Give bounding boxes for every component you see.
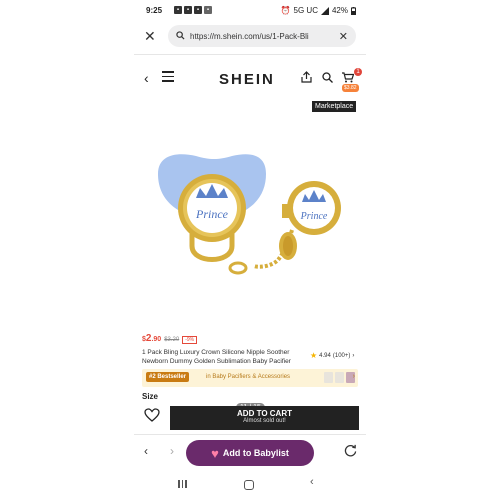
back-icon[interactable]: ‹ — [144, 70, 149, 86]
marketplace-badge: Marketplace — [312, 101, 357, 112]
share-icon[interactable] — [301, 70, 312, 88]
notification-icons: ▪ ▪ ▪ ▪ — [174, 6, 212, 14]
rating[interactable]: ★ 4.94 (100+) › — [310, 351, 354, 360]
battery-label: 42% — [331, 6, 348, 15]
search-icon — [176, 30, 185, 42]
price-row: $2.90 $3.20 -9% — [142, 333, 198, 344]
size-label: Size — [142, 392, 159, 401]
status-right: ⏰ 5G UC 42% — [281, 6, 356, 15]
battery-icon — [351, 6, 356, 15]
browser-back-icon[interactable]: ‹ — [144, 444, 148, 458]
clip-text: Prince — [300, 211, 328, 222]
add-to-cart-label: ADD TO CART — [237, 409, 292, 418]
sale-price: $2.90 — [142, 333, 162, 344]
divider — [134, 54, 366, 55]
wishlist-heart-icon[interactable] — [144, 408, 160, 427]
heart-icon: ♥ — [211, 445, 219, 461]
network-label: 5G UC — [293, 6, 318, 15]
menu-icon[interactable] — [162, 71, 174, 85]
notification-icon: ▪ — [194, 6, 202, 14]
pacifier-illustration: Prince Prince — [158, 154, 341, 275]
gallery-icon: ▪ — [204, 6, 212, 14]
signal-icon — [320, 6, 329, 15]
phone-screen: 9:25 ▪ ▪ ▪ ▪ ⏰ 5G UC 42% ✕ https://m.she… — [134, 0, 366, 500]
refresh-icon[interactable] — [344, 444, 357, 462]
cart-price-badge: $3.82 — [342, 84, 359, 92]
notification-icon: ▪ — [174, 6, 182, 14]
url-bar[interactable]: https://m.shein.com/us/1-Pack-Bli ✕ — [168, 25, 356, 47]
search-icon[interactable] — [322, 70, 333, 88]
cart-count-badge: 1 — [354, 68, 362, 76]
site-header: ‹ SHEIN — [134, 66, 366, 94]
divider — [134, 434, 366, 435]
discount-badge: -9% — [182, 336, 198, 344]
system-navigation-bar: ‹ — [134, 472, 366, 500]
url-text[interactable]: https://m.shein.com/us/1-Pack-Bli — [190, 32, 339, 41]
chevron-right-icon: › — [352, 373, 355, 380]
babylist-label: Add to Babylist — [222, 448, 289, 458]
product-image[interactable]: Prince Prince 11 / 15 — [134, 96, 366, 412]
site-logo[interactable]: SHEIN — [219, 71, 275, 88]
bestseller-thumbnails — [324, 372, 355, 383]
star-icon: ★ — [310, 351, 318, 360]
clear-url-icon[interactable]: ✕ — [339, 30, 348, 43]
status-time: 9:25 — [146, 6, 163, 15]
rating-value: 4.94 — [319, 352, 331, 359]
add-to-cart-button[interactable]: ADD TO CART Almost sold out! — [170, 406, 359, 430]
original-price: $3.20 — [164, 337, 180, 343]
alarm-icon: ⏰ — [280, 6, 291, 15]
recent-apps-icon[interactable] — [178, 480, 187, 488]
bestseller-badge: #2 Bestseller — [146, 372, 190, 382]
review-count: (100+) — [332, 352, 351, 359]
chevron-right-icon: › — [352, 352, 355, 359]
browser-toolbar: ✕ https://m.shein.com/us/1-Pack-Bli ✕ — [134, 22, 366, 52]
home-icon[interactable] — [244, 480, 254, 490]
status-bar: 9:25 ▪ ▪ ▪ ▪ ⏰ 5G UC 42% — [134, 0, 366, 22]
product-title: 1 Pack Bling Luxury Crown Silicone Nippl… — [142, 349, 291, 365]
bestseller-category: in Baby Pacifiers & Accessories — [206, 374, 291, 380]
stock-note: Almost sold out! — [243, 418, 286, 424]
notification-icon: ▪ — [184, 6, 192, 14]
add-to-babylist-button[interactable]: ♥ Add to Babylist — [186, 440, 314, 466]
bestseller-banner[interactable]: #2 Bestseller in Baby Pacifiers & Access… — [142, 369, 358, 387]
close-tab-icon[interactable]: ✕ — [144, 28, 156, 45]
medallion-text: Prince — [195, 207, 229, 221]
system-back-icon[interactable]: ‹ — [310, 476, 314, 488]
browser-forward-icon[interactable]: › — [170, 444, 174, 458]
